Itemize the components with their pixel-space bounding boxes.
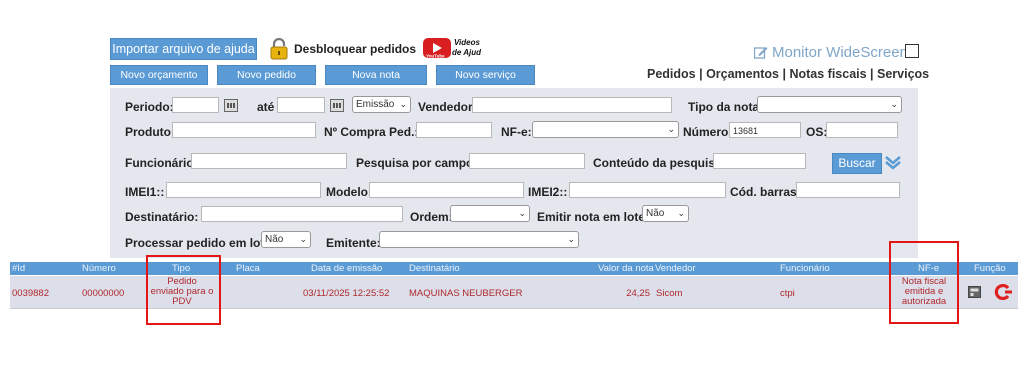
- expand-filters-icon[interactable]: [884, 153, 902, 171]
- date-type-select[interactable]: Emissão ⌄: [352, 96, 411, 113]
- calendar-end-icon[interactable]: [330, 99, 344, 112]
- section-links[interactable]: Pedidos | Orçamentos | Notas fiscais | S…: [647, 67, 929, 81]
- invoice-type-select[interactable]: ⌄: [757, 96, 902, 113]
- search-content-label: Conteúdo da pesquisa:: [593, 156, 726, 170]
- order-label: Ordem:: [410, 210, 453, 224]
- number-label: Número:: [683, 125, 733, 139]
- col-function-header[interactable]: Função: [974, 263, 1006, 274]
- monitor-widescreen-label: Monitor WideScreen: [772, 44, 908, 61]
- imei1-label: IMEI1::: [125, 185, 165, 199]
- until-label: até: [257, 100, 275, 114]
- issuer-label: Emitente:: [326, 236, 381, 250]
- nfe-label: NF-e:: [501, 125, 532, 139]
- video-help-line1: Videos: [454, 38, 480, 47]
- new-invoice-button[interactable]: Nova nota: [325, 65, 427, 85]
- chevron-down-icon: ⌄: [518, 208, 526, 218]
- new-service-button[interactable]: Novo serviço: [436, 65, 535, 85]
- recipient-label: Destinatário:: [125, 210, 199, 224]
- period-end-input[interactable]: [277, 97, 325, 113]
- edit-icon: [754, 47, 768, 59]
- col-value-header[interactable]: Valor da nota: [598, 263, 654, 274]
- issuer-select[interactable]: ⌄: [379, 231, 579, 248]
- search-content-input[interactable]: [713, 153, 806, 169]
- purchase-order-input[interactable]: [416, 122, 492, 138]
- number-input[interactable]: 13681: [729, 122, 801, 138]
- seller-label: Vendedor:: [418, 100, 477, 114]
- nfe-highlight-box: [889, 241, 959, 324]
- search-field-input[interactable]: [469, 153, 585, 169]
- os-input[interactable]: [826, 122, 898, 138]
- col-number-header[interactable]: Número: [82, 263, 116, 274]
- chevron-down-icon: ⌄: [299, 234, 307, 244]
- print-icon[interactable]: [968, 286, 981, 298]
- new-quote-button[interactable]: Novo orçamento: [110, 65, 208, 85]
- product-input[interactable]: [172, 122, 316, 138]
- youtube-help-videos-icon[interactable]: YouTube Videos de Ajuda: [423, 35, 481, 61]
- calendar-start-icon[interactable]: [224, 99, 238, 112]
- model-input[interactable]: [369, 182, 524, 198]
- chevron-down-icon: ⌄: [677, 208, 685, 218]
- col-id-header[interactable]: #Id: [12, 263, 25, 274]
- col-plate-header[interactable]: Placa: [236, 263, 260, 274]
- col-seller-header[interactable]: Vendedor: [655, 263, 696, 274]
- recipient-input[interactable]: [201, 206, 403, 222]
- chevron-down-icon: ⌄: [890, 99, 898, 109]
- youtube-brand-text: YouTube: [426, 54, 445, 59]
- col-recipient-header[interactable]: Destinatário: [409, 263, 460, 274]
- new-order-button[interactable]: Novo pedido: [217, 65, 316, 85]
- monitor-widescreen-checkbox[interactable]: [905, 44, 919, 58]
- seller-input[interactable]: [472, 97, 672, 113]
- lock-icon[interactable]: [270, 38, 288, 60]
- product-label: Produto:: [125, 125, 175, 139]
- cell-recipient: MAQUINAS NEUBERGER: [409, 288, 523, 299]
- model-label: Modelo:: [326, 185, 372, 199]
- employee-input[interactable]: [191, 153, 347, 169]
- batch-process-label: Processar pedido em lote:: [125, 236, 276, 250]
- imei1-input[interactable]: [166, 182, 321, 198]
- col-employee-header[interactable]: Funcionário: [780, 263, 830, 274]
- imei2-input[interactable]: [569, 182, 726, 198]
- os-label: OS:: [806, 125, 828, 139]
- cell-number: 00000000: [82, 288, 125, 299]
- chevron-down-icon: ⌄: [567, 234, 575, 244]
- purchase-order-label: Nº Compra Ped.:: [324, 125, 419, 139]
- cell-value: 24,25: [626, 288, 650, 299]
- employee-label: Funcionário:: [125, 156, 198, 170]
- cell-id: 0039882: [12, 288, 49, 299]
- barcode-label: Cód. barras:: [730, 185, 801, 199]
- cell-issue-date: 03/11/2025 12:25:52: [303, 288, 390, 299]
- chevron-down-icon: ⌄: [399, 99, 407, 109]
- invoice-type-label: Tipo da nota:: [688, 100, 764, 114]
- type-highlight-box: [146, 255, 221, 325]
- order-select[interactable]: ⌄: [450, 205, 530, 222]
- cell-employee: ctpi: [780, 288, 795, 299]
- cell-seller: Sicom: [656, 288, 683, 299]
- search-field-label: Pesquisa por campo:: [356, 156, 478, 170]
- imei2-label: IMEI2::: [528, 185, 568, 199]
- video-help-line2: de Ajuda: [452, 48, 481, 57]
- cancel-icon[interactable]: [994, 284, 1012, 300]
- import-help-button[interactable]: Importar arquivo de ajuda: [110, 38, 257, 60]
- unlock-orders-link[interactable]: Desbloquear pedidos: [294, 42, 416, 56]
- chevron-down-icon: ⌄: [667, 124, 675, 134]
- col-issue-date-header[interactable]: Data de emissão: [311, 263, 382, 274]
- barcode-input[interactable]: [796, 182, 900, 198]
- batch-process-select[interactable]: Não ⌄: [261, 231, 311, 248]
- search-button[interactable]: Buscar: [832, 153, 882, 174]
- batch-invoice-label: Emitir nota em lote:: [537, 210, 650, 224]
- period-label: Periodo:: [125, 100, 174, 114]
- nfe-select[interactable]: ⌄: [532, 121, 679, 138]
- period-start-input[interactable]: [172, 97, 219, 113]
- batch-invoice-select[interactable]: Não ⌄: [642, 205, 689, 222]
